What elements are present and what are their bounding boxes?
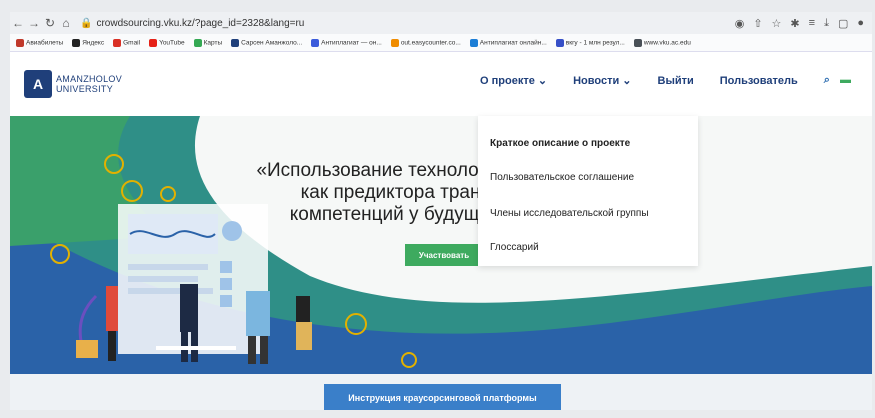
bookmark-item[interactable]: Антиплагиат онлайн...: [469, 38, 547, 47]
browser-window: ← → ↻ ⌂ 🔒 crowdsourcing.vku.kz/?page_id=…: [10, 12, 872, 410]
hero-title-line3: компетенций у будущи: [289, 204, 490, 225]
site-header: A AMANZHOLOV UNIVERSITY О проекте ⌄ Ново…: [10, 52, 872, 116]
bookmark-item[interactable]: вкгу - 1 млн резул...: [555, 38, 625, 47]
hero-title-line1: «Использование технолоː: [256, 160, 484, 181]
bookmark-item[interactable]: Карты: [193, 38, 222, 47]
hero-title-line2: как предиктора транс: [300, 182, 490, 203]
profile-icon[interactable]: ●: [857, 17, 864, 30]
star-icon[interactable]: ☆: [772, 17, 782, 30]
bookmark-item[interactable]: Gmail: [113, 38, 140, 47]
logo-line1: AMANZHOLOV: [56, 74, 123, 84]
dropdown-item-glossary[interactable]: Глоссарий: [490, 242, 539, 253]
menu-item-logout[interactable]: Выйти: [658, 75, 694, 87]
bookmark-item[interactable]: Антиплагиат — он...: [311, 38, 382, 47]
menu-item-about[interactable]: О проекте ⌄: [480, 74, 547, 87]
menu-item-user[interactable]: Пользователь: [720, 75, 798, 87]
home-icon[interactable]: ⌂: [58, 16, 74, 30]
url-text: crowdsourcing.vku.kz/?page_id=2328&lang=…: [96, 17, 305, 29]
forward-icon[interactable]: →: [26, 16, 42, 30]
eye-off-icon[interactable]: ◉: [735, 17, 745, 30]
participate-button[interactable]: Участвовать: [405, 244, 483, 266]
logo-text: AMANZHOLOV UNIVERSITY: [56, 74, 122, 94]
dropdown-item-research-team[interactable]: Члены исследовательской группы: [490, 208, 649, 219]
hero-section: «Использование технолоː как предиктора т…: [10, 116, 872, 374]
bookmarks-bar: Авиабилеты Яндекс Gmail YouTube Карты Са…: [10, 34, 872, 52]
university-logo[interactable]: A AMANZHOLOV UNIVERSITY: [24, 70, 122, 98]
menu-item-news[interactable]: Новости ⌄: [573, 74, 631, 87]
extensions-icon[interactable]: ✱: [790, 17, 799, 30]
share-icon[interactable]: ⇧: [753, 17, 762, 30]
dropdown-item-user-agreement[interactable]: Пользовательское соглашение: [490, 172, 634, 183]
bookmark-item[interactable]: Яндекс: [72, 38, 104, 47]
search-icon[interactable]: ⌕: [824, 74, 830, 87]
about-dropdown-menu: Краткое описание о проекте Пользовательс…: [478, 116, 698, 266]
bookmark-item[interactable]: www.vku.ac.edu: [633, 38, 691, 47]
back-icon[interactable]: ←: [10, 16, 26, 30]
main-menu: О проекте ⌄ Новости ⌄ Выйти Пользователь…: [480, 74, 851, 87]
bookmark-item[interactable]: Сарсен Аманжоло...: [231, 38, 302, 47]
url-field[interactable]: 🔒 crowdsourcing.vku.kz/?page_id=2328&lan…: [80, 18, 304, 29]
instruction-button[interactable]: Инструкция краусорсинговой платформы: [324, 384, 561, 410]
mail-icon[interactable]: ▬: [840, 74, 851, 87]
bookmark-item[interactable]: out.easycounter.co...: [390, 38, 461, 47]
reading-list-icon[interactable]: ≡: [809, 17, 815, 30]
reload-icon[interactable]: ↻: [42, 16, 58, 30]
lock-icon: 🔒: [80, 17, 93, 29]
download-icon[interactable]: ⤓: [824, 17, 829, 30]
browser-actions: ◉ ⇧ ☆ ✱ ≡ ⤓ ▢ ●: [735, 17, 872, 30]
logo-line2: UNIVERSITY: [56, 84, 114, 94]
address-bar: ← → ↻ ⌂ 🔒 crowdsourcing.vku.kz/?page_id=…: [10, 12, 872, 34]
dropdown-item-project-description[interactable]: Краткое описание о проекте: [490, 138, 630, 149]
window-icon[interactable]: ▢: [838, 17, 848, 30]
logo-mark-icon: A: [24, 70, 52, 98]
bookmark-item[interactable]: YouTube: [149, 38, 185, 47]
bookmark-item[interactable]: Авиабилеты: [16, 38, 63, 47]
